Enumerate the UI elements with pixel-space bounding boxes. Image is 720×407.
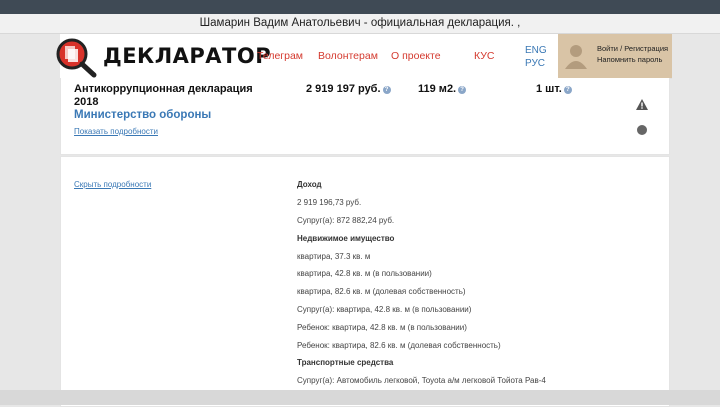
area-summary: 119 м2.?: [418, 83, 467, 95]
transport-item: Супруг(а): Автомобиль легковой, Toyota а…: [297, 376, 546, 385]
realty-item: квартира, 82.6 кв. м (долевая собственно…: [297, 287, 466, 296]
vehicles-value: 1 шт.: [536, 83, 562, 95]
realty-item: Ребенок: квартира, 42.8 кв. м (в пользов…: [297, 323, 467, 332]
income-summary: 2 919 197 руб.?: [306, 83, 391, 95]
realty-item: Супруг(а): квартира, 42.8 кв. м (в польз…: [297, 305, 472, 314]
avatar-icon: [564, 43, 588, 69]
details-card: [60, 156, 670, 407]
logo-text[interactable]: ДЕКЛАРАТОР: [103, 44, 271, 68]
income-detail: 2 919 196,73 руб.: [297, 198, 362, 207]
realty-heading: Недвижимое имущество: [297, 234, 395, 243]
vehicles-summary: 1 шт.?: [536, 83, 572, 95]
remind-password-link[interactable]: Напомнить пароль: [597, 55, 662, 64]
question-circle-icon[interactable]: ?: [382, 86, 391, 94]
page-title: Шамарин Вадим Анатольевич - официальная …: [0, 14, 720, 34]
realty-item: квартира, 37.3 кв. м: [297, 252, 371, 261]
transport-heading: Транспортные средства: [297, 358, 394, 367]
login-link[interactable]: Войти / Регистрация: [597, 44, 668, 53]
nav-volunteers[interactable]: Волонтерам: [318, 50, 378, 62]
ministry-link[interactable]: Министерство обороны: [74, 109, 211, 121]
income-heading: Доход: [297, 180, 322, 189]
realty-item: квартира, 42.8 кв. м (в пользовании): [297, 269, 432, 278]
spouse-income: Супруг(а): 872 882,24 руб.: [297, 216, 395, 225]
nav-telegram[interactable]: Телеграм: [257, 50, 303, 62]
hide-details-link[interactable]: Скрыть подробности: [74, 180, 151, 189]
nav-kus[interactable]: КУС: [474, 50, 495, 62]
bottom-strip: [0, 390, 720, 405]
lang-eng[interactable]: ENG: [525, 45, 547, 56]
show-details-link[interactable]: Показать подробности: [74, 127, 158, 136]
income-value: 2 919 197 руб.: [306, 83, 381, 95]
question-circle-icon[interactable]: ?: [563, 86, 572, 94]
logo-icon[interactable]: [53, 34, 103, 78]
warning-triangle-icon[interactable]: [636, 97, 648, 110]
top-strip: [0, 0, 720, 14]
realty-item: Ребенок: квартира, 82.6 кв. м (долевая с…: [297, 341, 501, 350]
lang-rus[interactable]: РУС: [525, 58, 545, 69]
nav-about[interactable]: О проекте: [391, 50, 441, 62]
declaration-title: Антикоррупционная декларация 2018: [74, 83, 253, 108]
area-value: 119 м2.: [418, 83, 457, 95]
status-dot-icon: [637, 125, 647, 135]
question-circle-icon[interactable]: ?: [458, 86, 467, 94]
